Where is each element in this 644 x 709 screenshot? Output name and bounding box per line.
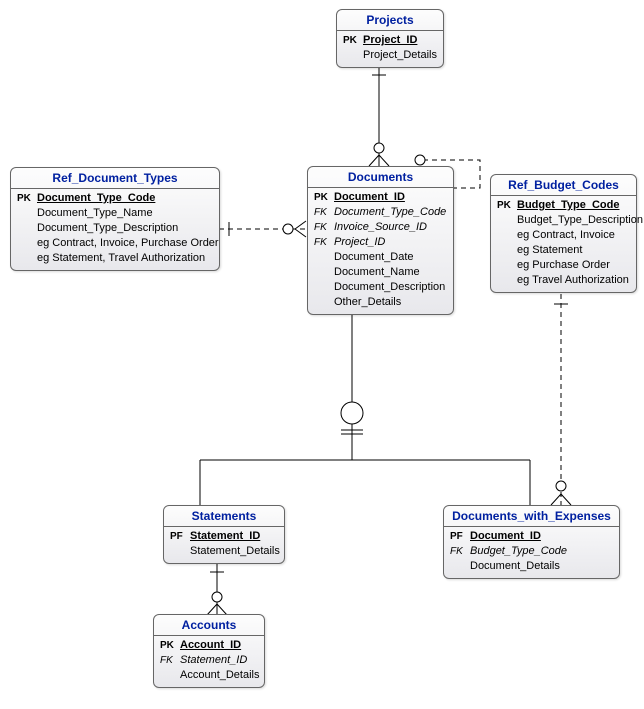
entity-body: PKProject_ID Project_Details [337,31,443,67]
entity-title: Ref_Budget_Codes [491,175,636,196]
entity-accounts: Accounts PKAccount_ID FKStatement_ID Acc… [153,614,265,688]
entity-body: PKBudget_Type_Code Budget_Type_Descripti… [491,196,636,292]
entity-documents: Documents PKDocument_ID FKDocument_Type_… [307,166,454,315]
entity-title: Documents [308,167,453,188]
entity-title: Statements [164,506,284,527]
entity-body: PFStatement_ID Statement_Details [164,527,284,563]
entity-body: PKDocument_ID FKDocument_Type_Code FKInv… [308,188,453,314]
entity-projects: Projects PKProject_ID Project_Details [336,9,444,68]
entity-body: PKAccount_ID FKStatement_ID Account_Deta… [154,636,264,687]
entity-ref-budget-codes: Ref_Budget_Codes PKBudget_Type_Code Budg… [490,174,637,293]
entity-title: Projects [337,10,443,31]
entity-body: PFDocument_ID FKBudget_Type_Code Documen… [444,527,619,578]
entity-statements: Statements PFStatement_ID Statement_Deta… [163,505,285,564]
entity-ref-document-types: Ref_Document_Types PKDocument_Type_Code … [10,167,220,271]
entity-title: Accounts [154,615,264,636]
entity-title: Ref_Document_Types [11,168,219,189]
entity-documents-with-expenses: Documents_with_Expenses PFDocument_ID FK… [443,505,620,579]
entity-body: PKDocument_Type_Code Document_Type_Name … [11,189,219,270]
connectors-layer [0,0,644,709]
entity-title: Documents_with_Expenses [444,506,619,527]
